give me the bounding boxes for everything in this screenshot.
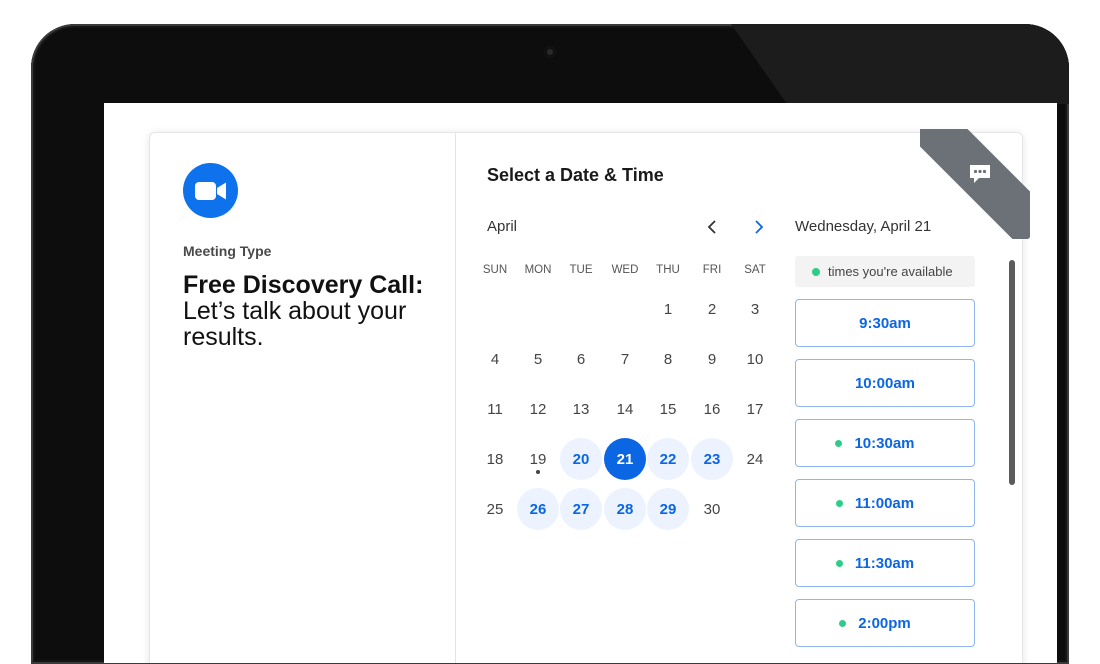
weekday-wed: WED [611, 264, 639, 276]
weekday-fri: FRI [702, 264, 722, 276]
available-dot-icon [839, 619, 847, 627]
calendar-day-label: 19 [529, 450, 547, 468]
calendar-day-available[interactable]: 27 [560, 488, 602, 530]
prev-month-button[interactable] [701, 216, 723, 238]
calendar-day-available[interactable]: 28 [604, 488, 646, 530]
calendar-day: 7 [620, 350, 630, 368]
scrollbar-thumb[interactable] [1009, 260, 1015, 485]
event-title-bold: Free Discovery Call: [183, 271, 424, 299]
calendar-day: 11 [487, 400, 503, 418]
time-slots-scrollbar[interactable] [1009, 260, 1015, 485]
calendar-day-today: 19 [517, 438, 559, 480]
calendar-day: 30 [703, 500, 721, 518]
select-date-time-heading: Select a Date & Time [487, 165, 664, 185]
calendar-day: 12 [529, 400, 547, 418]
event-details-pane: Meeting Type Free Discovery Call: Let’s … [150, 133, 456, 663]
meeting-type-label: Meeting Type [183, 243, 272, 259]
calendar-day-available[interactable]: 23 [691, 438, 733, 480]
calendar-day: 5 [533, 350, 543, 368]
legend-text: times you're available [828, 264, 953, 279]
time-slot-button[interactable]: 11:00am [795, 479, 975, 527]
time-slot-label: 11:00am [854, 494, 915, 512]
calendar-day-available[interactable]: 26 [517, 488, 559, 530]
calendar-day: 8 [663, 350, 673, 368]
calendar-day: 9 [707, 350, 717, 368]
time-slot-button[interactable]: 2:00pm [795, 599, 975, 647]
calendar-day-available[interactable]: 29 [647, 488, 689, 530]
weekday-thu: THU [656, 264, 680, 276]
calendar-day: 1 [663, 300, 673, 318]
time-slot-label: 11:30am [854, 554, 915, 572]
time-slot-button[interactable]: 9:30am [795, 299, 975, 347]
event-title-rest: Let’s talk about your results. [183, 297, 407, 351]
available-dot-icon [835, 499, 843, 507]
calendar-day: 18 [486, 450, 504, 468]
month-label: April [487, 218, 518, 235]
time-slot-label: 9:30am [859, 314, 911, 332]
corner-ribbon[interactable] [920, 129, 1030, 239]
calendar-grid: 1 2 3 4 5 6 7 8 9 10 11 12 13 14 15 16 1… [473, 288, 783, 548]
chevron-right-icon [755, 220, 764, 234]
weekday-sat: SAT [744, 264, 766, 276]
today-indicator-dot [536, 470, 540, 474]
time-slot-label: 2:00pm [858, 614, 911, 632]
ribbon-band [920, 129, 1030, 239]
scheduling-widget: Meeting Type Free Discovery Call: Let’s … [149, 129, 1030, 663]
time-slot-button[interactable]: 10:30am [795, 419, 975, 467]
calendar-day: 15 [659, 400, 677, 418]
time-slot-button[interactable]: 10:00am [795, 359, 975, 407]
availability-legend: times you're available [795, 256, 975, 287]
weekday-header: SUN MON TUE WED THU FRI SAT [473, 264, 783, 280]
event-title: Free Discovery Call: Let’s talk about yo… [183, 272, 443, 350]
laptop-frame: Meeting Type Free Discovery Call: Let’s … [31, 24, 1069, 664]
time-slot-label: 10:30am [854, 434, 915, 452]
time-slot-label: 10:00am [854, 374, 916, 392]
chat-bubble-icon [970, 165, 990, 183]
calendar-day-available[interactable]: 22 [647, 438, 689, 480]
calendar-day: 2 [707, 300, 717, 318]
available-dot-icon [835, 439, 843, 447]
available-dot-icon [835, 559, 843, 567]
calendar-day: 13 [572, 400, 590, 418]
chevron-left-icon [707, 220, 716, 234]
next-month-button[interactable] [748, 216, 770, 238]
selected-date-heading: Wednesday, April 21 [795, 218, 932, 235]
zoom-video-camera-icon [183, 163, 238, 218]
bezel-glare [731, 24, 1069, 104]
calendar-day-available[interactable]: 20 [560, 438, 602, 480]
time-slot-button[interactable]: 11:30am [795, 539, 975, 587]
calendar-day: 3 [750, 300, 760, 318]
weekday-mon: MON [524, 264, 552, 276]
screen: Meeting Type Free Discovery Call: Let’s … [104, 103, 1057, 663]
calendar-day: 16 [703, 400, 721, 418]
webcam-icon [544, 46, 556, 58]
calendar-day: 25 [486, 500, 504, 518]
calendar-day: 14 [616, 400, 634, 418]
calendar-day: 10 [746, 350, 764, 368]
calendar-day: 17 [746, 400, 764, 418]
calendar-day-selected[interactable]: 21 [604, 438, 646, 480]
available-dot-icon [812, 267, 820, 276]
calendar-day: 4 [490, 350, 500, 368]
calendar-day: 6 [576, 350, 586, 368]
calendar-day: 24 [746, 450, 764, 468]
weekday-tue: TUE [569, 264, 593, 276]
weekday-sun: SUN [482, 264, 508, 276]
